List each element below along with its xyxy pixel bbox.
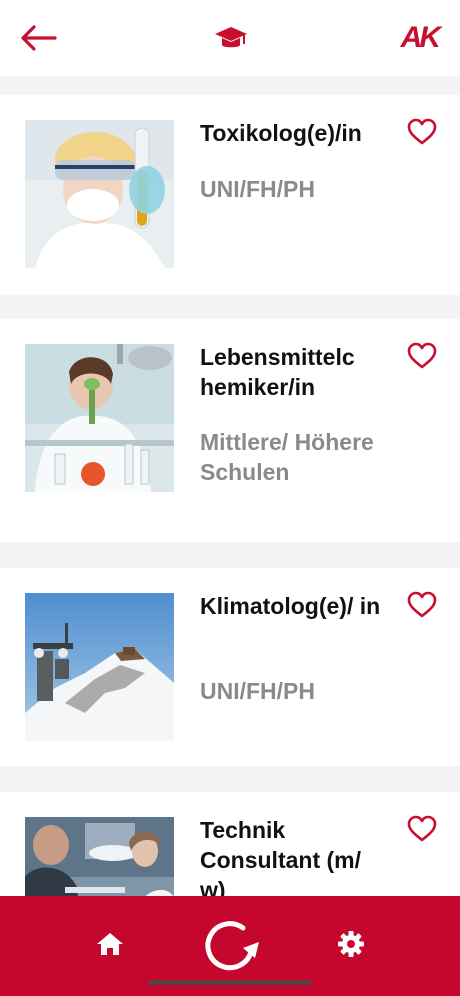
favorite-button[interactable] (406, 117, 438, 147)
job-education: UNI/FH/PH (200, 678, 315, 704)
job-image (25, 593, 174, 741)
back-button[interactable] (18, 22, 58, 54)
arrow-left-icon (21, 25, 57, 51)
home-indicator[interactable] (148, 980, 312, 985)
app-header: AK (0, 0, 460, 76)
refresh-icon (205, 921, 259, 971)
list-item[interactable]: Toxikolog(e)/in UNI/FH/PH (0, 95, 460, 295)
list-item[interactable]: Lebensmittelc hemiker/in Mittlere/ Höher… (0, 319, 460, 542)
job-title: Klimatolog(e)/ in (200, 593, 381, 619)
job-title: Toxikolog(e)/in (200, 120, 362, 146)
bottom-tab-bar (0, 896, 460, 996)
ak-logo: AK (400, 21, 441, 54)
home-icon (97, 933, 123, 955)
favorite-button[interactable] (406, 590, 438, 620)
list-item[interactable]: Technik Consultant (m/ w) (0, 792, 460, 896)
job-image (25, 344, 174, 492)
list-item[interactable]: Klimatolog(e)/ in UNI/FH/PH (0, 568, 460, 766)
heart-icon (407, 342, 437, 369)
heart-icon (407, 815, 437, 842)
graduation-cap-icon (213, 22, 249, 54)
gear-icon (338, 931, 364, 957)
settings-tab-button[interactable] (333, 926, 369, 962)
job-image (25, 817, 174, 896)
job-education: Mittlere/ Höhere Schulen (200, 429, 374, 485)
job-list[interactable]: Toxikolog(e)/in UNI/FH/PH Lebensmittelc … (0, 76, 460, 896)
job-title: Technik Consultant (m/ w) (200, 817, 361, 896)
refresh-button[interactable] (198, 916, 262, 976)
heart-icon (407, 591, 437, 618)
home-tab-button[interactable] (92, 926, 128, 962)
favorite-button[interactable] (406, 341, 438, 371)
favorite-button[interactable] (406, 814, 438, 844)
job-education: UNI/FH/PH (200, 176, 315, 202)
heart-icon (407, 118, 437, 145)
job-title: Lebensmittelc hemiker/in (200, 344, 355, 400)
job-image (25, 120, 174, 268)
